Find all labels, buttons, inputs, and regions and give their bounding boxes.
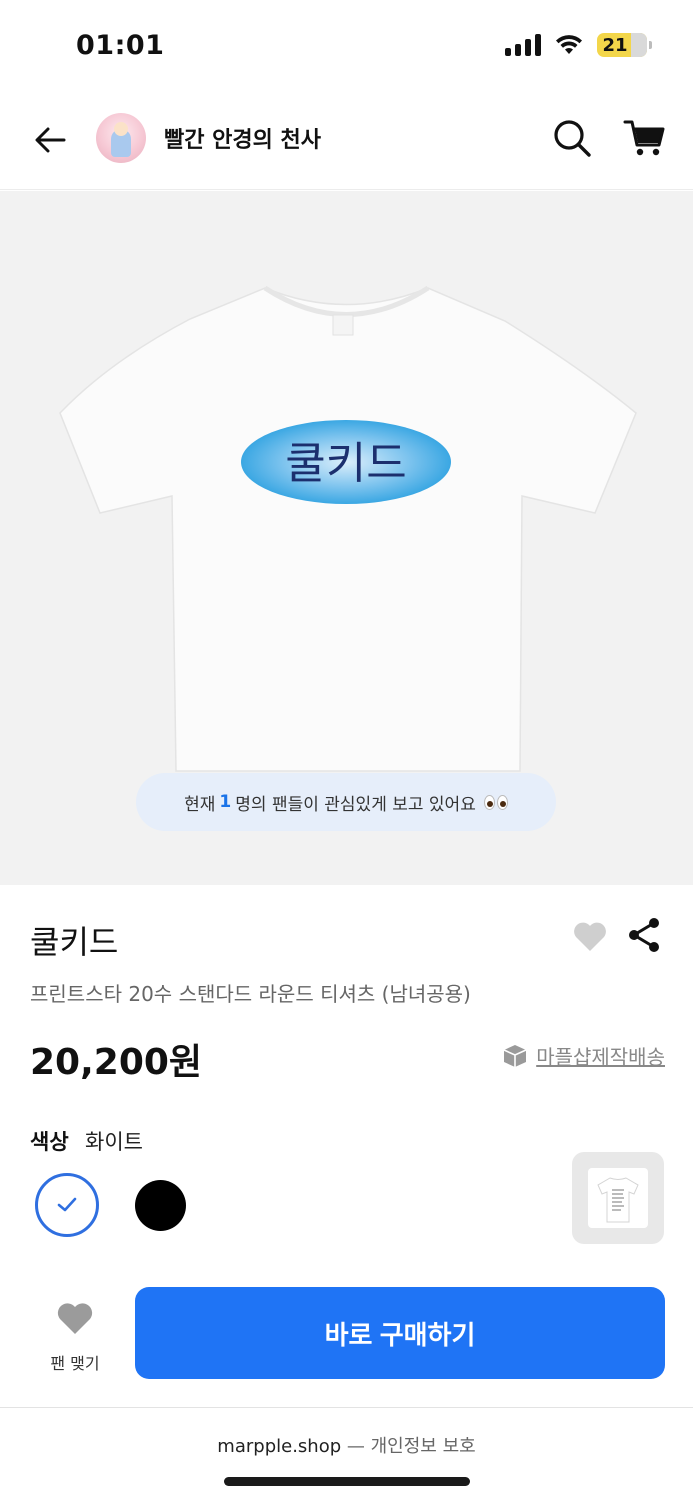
store-header: 빨간 안경의 천사 <box>0 92 693 190</box>
tshirt-thumbnail-icon <box>597 1177 639 1223</box>
product-subtitle: 프린트스타 20수 스탠다드 라운드 티셔츠 (남녀공용) <box>30 982 471 1006</box>
buy-now-button[interactable]: 바로 구매하기 <box>135 1287 665 1379</box>
footer-text: marpple.shop — 개인정보 보호 <box>0 1432 693 1458</box>
checkmark-icon <box>57 1197 77 1212</box>
store-name[interactable]: 빨간 안경의 천사 <box>164 122 321 154</box>
store-avatar[interactable] <box>96 113 146 163</box>
viewers-suffix: 명의 팬들이 관심있게 보고 있어요 <box>235 794 476 815</box>
color-swatch-black[interactable] <box>135 1180 186 1231</box>
fan-button[interactable]: 팬 맺기 <box>30 1298 120 1378</box>
heart-icon <box>57 1303 93 1334</box>
box-icon <box>503 1044 527 1067</box>
viewers-prefix: 현재 <box>184 794 216 815</box>
wifi-icon <box>556 35 582 54</box>
color-swatch-white[interactable] <box>35 1173 99 1237</box>
footer-domain: marpple.shop <box>217 1436 342 1457</box>
footer-separator: — <box>346 1436 365 1457</box>
cart-icon[interactable] <box>622 116 666 160</box>
heart-icon[interactable] <box>571 917 609 955</box>
option-selected-value: 화이트 <box>85 1130 143 1154</box>
home-indicator[interactable] <box>224 1477 470 1486</box>
design-preview-thumbnail[interactable] <box>572 1152 664 1244</box>
privacy-link[interactable]: 개인정보 보호 <box>371 1436 476 1457</box>
product-price: 20,200원 <box>30 1042 203 1083</box>
battery-icon: 21 <box>597 33 652 57</box>
product-title: 쿨키드 <box>30 923 119 961</box>
option-label: 색상 <box>30 1130 69 1154</box>
battery-level: 21 <box>602 34 628 56</box>
shipping-link[interactable]: 마플샵제작배송 <box>502 1041 665 1070</box>
tshirt-image: 쿨키드 <box>59 285 637 772</box>
status-time: 01:01 <box>76 30 165 61</box>
product-image[interactable]: 쿨키드 현재 1 명의 팬들이 관심있게 보고 있어요 <box>0 191 693 885</box>
fan-label: 팬 맺기 <box>50 1354 100 1373</box>
eyes-icon <box>483 794 508 810</box>
share-icon[interactable] <box>624 915 664 955</box>
viewers-pill: 현재 1 명의 팬들이 관심있게 보고 있어요 <box>136 773 556 831</box>
search-icon[interactable] <box>550 116 594 160</box>
viewers-count: 1 <box>219 792 232 812</box>
back-arrow-icon[interactable] <box>28 118 72 162</box>
cellular-signal-icon <box>505 34 541 56</box>
status-icons: 21 <box>505 33 652 57</box>
shipping-label[interactable]: 마플샵제작배송 <box>536 1041 665 1070</box>
browser-footer: marpple.shop — 개인정보 보호 <box>0 1407 693 1500</box>
tshirt-print-text: 쿨키드 <box>285 438 406 489</box>
status-bar: 01:01 21 <box>0 0 693 92</box>
